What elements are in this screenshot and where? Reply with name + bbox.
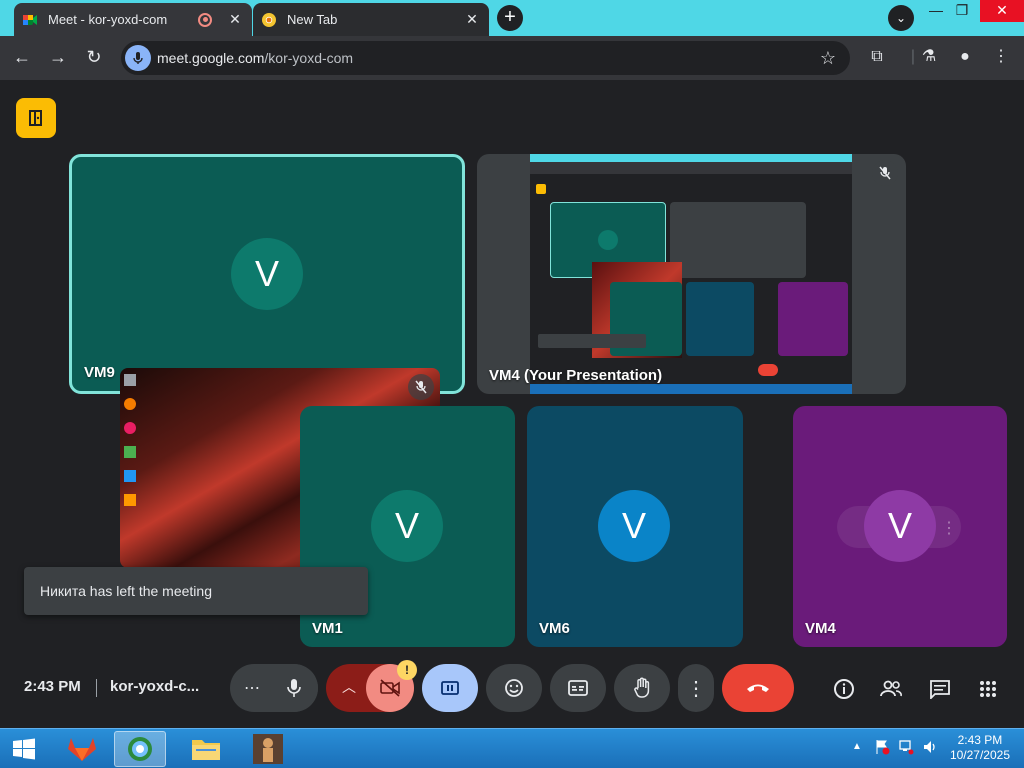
kebab-icon: ⋮ <box>686 677 706 700</box>
tab-close-icon[interactable]: ✕ <box>226 11 244 28</box>
desktop-icons <box>124 374 138 554</box>
system-clock[interactable]: 2:43 PM 10/27/2025 <box>950 733 1010 763</box>
participant-tile-vm4[interactable]: V ⋮ VM4 <box>793 406 1007 647</box>
back-arrow-icon[interactable]: ← <box>10 46 34 70</box>
avatar: V <box>371 490 443 562</box>
participant-name: VM4 <box>805 620 836 637</box>
raise-hand-button[interactable] <box>614 664 670 712</box>
windows-taskbar: ▲ 2:43 PM 10/27/2025 <box>0 728 1024 768</box>
recording-icon <box>198 12 212 27</box>
tray-flag-icon[interactable] <box>874 739 890 760</box>
participant-tile-vm6[interactable]: V VM6 <box>527 406 743 647</box>
closed-captions-icon <box>568 680 588 696</box>
participant-name: VM9 <box>84 364 115 381</box>
tab-title: Meet - kor-yoxd-com <box>48 12 168 27</box>
tab-search-chevron-icon[interactable]: ⌄ <box>888 5 914 31</box>
mic-in-use-icon[interactable] <box>125 45 151 71</box>
activities-grid-icon[interactable] <box>975 676 1001 702</box>
presentation-thumbnail <box>530 154 852 394</box>
muted-mic-icon <box>408 374 434 400</box>
avatar: V <box>231 238 303 310</box>
audio-control-group: ⋯ <box>230 664 318 712</box>
emoji-icon <box>505 679 523 697</box>
network-icon[interactable] <box>898 739 914 760</box>
present-button[interactable] <box>422 664 478 712</box>
meeting-details-info-icon[interactable] <box>831 676 857 702</box>
meet-stage: V VM9 VM4 (Your Presentation) V VM1 V VM… <box>0 80 1024 728</box>
google-meet-icon <box>23 14 37 25</box>
camera-off-icon <box>380 679 400 697</box>
system-date: 10/27/2025 <box>949 748 1010 762</box>
participant-name: VM4 (Your Presentation) <box>489 367 663 384</box>
leave-call-button[interactable] <box>722 664 794 712</box>
camera-options-chevron-icon[interactable]: ︿ <box>342 677 356 697</box>
reactions-button[interactable] <box>486 664 542 712</box>
volume-icon[interactable] <box>922 739 938 760</box>
avatar: V <box>864 490 936 562</box>
presentation-tile[interactable]: VM4 (Your Presentation) <box>477 154 906 394</box>
gitlab-app-icon[interactable] <box>56 731 108 767</box>
avatar: V <box>598 490 670 562</box>
tab-title: New Tab <box>287 12 338 27</box>
url-text: meet.google.com/kor-yoxd-com <box>157 50 353 66</box>
forward-arrow-icon[interactable]: → <box>46 46 70 70</box>
captions-button[interactable] <box>550 664 606 712</box>
divider <box>96 679 97 697</box>
participant-name: VM1 <box>312 620 343 637</box>
address-bar[interactable]: meet.google.com/kor-yoxd-com ☆ <box>121 41 850 75</box>
new-tab-button[interactable]: + <box>497 5 523 31</box>
meeting-code: kor-yoxd-c... <box>110 678 200 695</box>
tracker-app-icon[interactable] <box>242 731 294 767</box>
url-host: meet.google.com <box>157 50 265 66</box>
more-options-button[interactable]: ⋮ <box>678 664 714 712</box>
browser-toolbar: ← → ↻ meet.google.com/kor-yoxd-com ☆ ⧉ |… <box>0 36 1024 80</box>
meeting-details-door-icon[interactable] <box>16 98 56 138</box>
chat-icon[interactable] <box>927 676 953 702</box>
browser-app-icon[interactable] <box>114 731 166 767</box>
labs-flask-icon[interactable]: ⚗ <box>918 46 940 68</box>
microphone-icon <box>287 679 301 697</box>
muted-mic-icon <box>872 160 898 186</box>
chrome-icon <box>262 12 276 27</box>
bookmark-star-icon[interactable]: ☆ <box>820 48 836 69</box>
reload-icon[interactable]: ↻ <box>82 46 106 70</box>
participant-tile-vm9[interactable]: V VM9 <box>69 154 465 394</box>
present-icon <box>441 681 459 695</box>
profile-icon[interactable]: ● <box>954 46 976 68</box>
tab-meet[interactable]: Meet - kor-yoxd-com ✕ <box>14 3 252 36</box>
microphone-button[interactable] <box>270 664 318 712</box>
meeting-time: 2:43 PM <box>24 678 81 695</box>
people-icon[interactable] <box>878 676 904 702</box>
audio-options-dots-icon[interactable]: ⋯ <box>244 678 260 698</box>
window-close-icon[interactable]: ✕ <box>980 0 1024 22</box>
windows-start-icon[interactable] <box>0 731 48 767</box>
restore-icon[interactable]: ❐ <box>944 0 980 22</box>
tray-overflow-icon[interactable]: ▲ <box>852 741 862 752</box>
hand-icon <box>634 677 650 698</box>
participant-name: VM6 <box>539 620 570 637</box>
tab-close-icon[interactable]: ✕ <box>463 11 481 28</box>
more-options-icon[interactable]: ⋮ <box>941 518 957 538</box>
hang-up-icon <box>747 684 769 692</box>
browser-tab-bar: Meet - kor-yoxd-com ✕ New Tab ✕ + ⌄ — ❐ … <box>0 0 1024 36</box>
file-explorer-icon[interactable] <box>180 731 232 767</box>
camera-warning-badge: ! <box>397 660 417 680</box>
url-path: /kor-yoxd-com <box>264 50 354 66</box>
menu-kebab-icon[interactable]: ⋮ <box>990 46 1012 68</box>
system-time: 2:43 PM <box>957 733 1003 747</box>
participant-left-toast: Никита has left the meeting <box>24 567 368 615</box>
extensions-icon[interactable]: ⧉ <box>866 46 888 68</box>
tab-new-tab[interactable]: New Tab ✕ <box>253 3 489 36</box>
